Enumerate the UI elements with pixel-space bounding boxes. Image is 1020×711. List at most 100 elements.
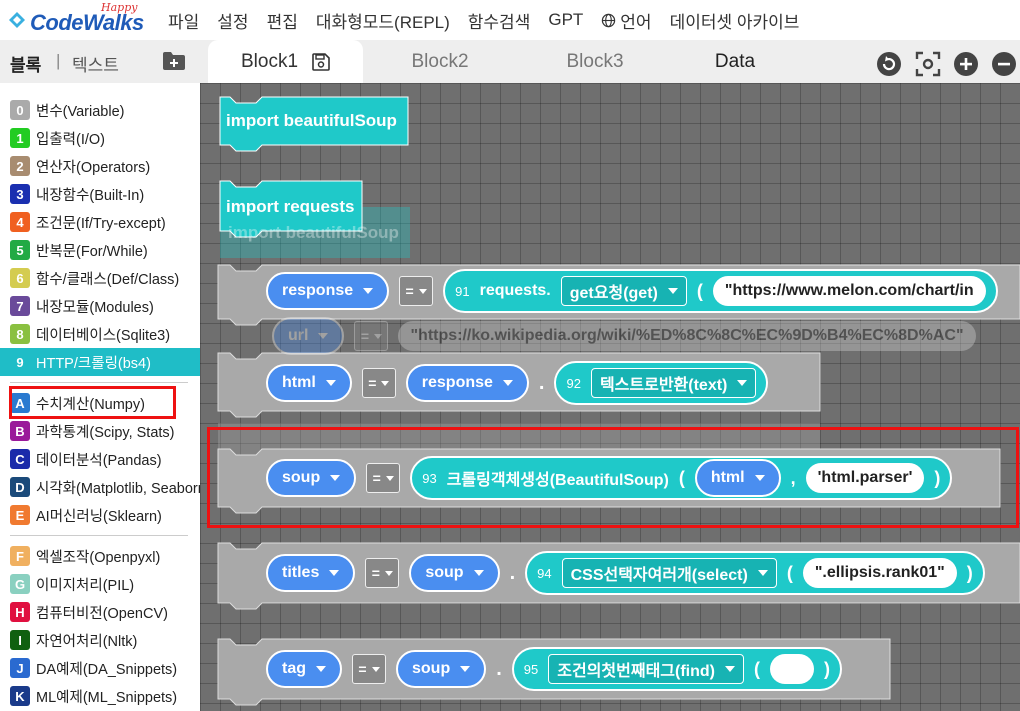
category-badge: F: [10, 546, 30, 566]
assign-operator[interactable]: =: [399, 276, 434, 306]
category-divider: [10, 535, 188, 536]
selector-string[interactable]: ".ellipsis.rank01": [802, 558, 957, 588]
url-string[interactable]: "https://www.melon.com/chart/in: [712, 276, 986, 306]
response-assignment-row[interactable]: response = 91 requests. get요청(get) ( "ht…: [266, 269, 998, 313]
assign-operator[interactable]: =: [352, 654, 386, 684]
dropdown-caret-icon: [381, 380, 390, 386]
response-variable[interactable]: response: [266, 272, 390, 310]
tab-data[interactable]: Data: [685, 40, 785, 83]
category-item[interactable]: D 시각화(Matplotlib, Seaborn): [0, 473, 200, 501]
block-workspace[interactable]: import beautifulSoup import requests imp…: [200, 83, 1020, 711]
method-dropdown[interactable]: 텍스트로반환(text): [590, 368, 757, 398]
category-item[interactable]: J DA예제(DA_Snippets): [0, 654, 200, 682]
category-badge: 1: [10, 128, 30, 148]
tag-variable[interactable]: tag: [266, 650, 342, 688]
category-item[interactable]: 5 반복문(For/While): [0, 236, 200, 264]
html-assignment-row[interactable]: html = response . 92 텍스트로반환(text): [266, 361, 769, 405]
category-item[interactable]: A 수치계산(Numpy): [0, 389, 200, 417]
menu-function-search[interactable]: 함수검색: [468, 8, 531, 33]
method-dropdown[interactable]: 조건의첫번째태그(find): [548, 654, 744, 684]
save-icon[interactable]: [312, 52, 330, 71]
method-dropdown[interactable]: CSS선택자여러개(select): [561, 558, 777, 588]
menu-file[interactable]: 파일: [168, 8, 199, 33]
html-variable[interactable]: html: [266, 364, 352, 402]
category-item[interactable]: 4 조건문(If/Try-except): [0, 208, 200, 236]
import-beautifulsoup-block[interactable]: import beautifulSoup: [226, 111, 397, 131]
beautifulsoup-call[interactable]: 93 크롤링객체생성(BeautifulSoup) ( html , 'html…: [410, 456, 953, 500]
sidebar-tab-text[interactable]: 텍스트: [72, 51, 119, 76]
category-badge: 7: [10, 296, 30, 316]
category-item[interactable]: 6 함수/클래스(Def/Class): [0, 264, 200, 292]
menu-repl[interactable]: 대화형모드(REPL): [316, 8, 450, 33]
dropdown-caret-icon: [418, 288, 427, 294]
html-argument[interactable]: html: [694, 459, 781, 497]
category-label: 변수(Variable): [36, 103, 125, 120]
category-label: 함수/클래스(Def/Class): [36, 271, 180, 288]
response-object[interactable]: response: [405, 364, 529, 402]
import-requests-block[interactable]: import requests: [226, 197, 354, 217]
category-badge: I: [10, 630, 30, 650]
menu-items: 파일 설정 편집 대화형모드(REPL) 함수검색 GPT 언어 데이터셋 아카…: [168, 0, 799, 40]
category-item[interactable]: 0 변수(Variable): [0, 96, 200, 124]
category-label: 데이터베이스(Sqlite3): [36, 327, 171, 344]
zoom-out-icon[interactable]: [991, 51, 1017, 77]
category-item[interactable]: H 컴퓨터비전(OpenCV): [0, 598, 200, 626]
dropdown-caret-icon: [667, 288, 678, 294]
logo[interactable]: CodeWalks Happy: [6, 1, 146, 36]
ghost-assign-operator: =: [354, 321, 389, 351]
assign-operator[interactable]: =: [365, 558, 400, 588]
menu-dataset-archive[interactable]: 데이터셋 아카이브: [670, 8, 800, 33]
category-item[interactable]: 8 데이터베이스(Sqlite3): [0, 320, 200, 348]
category-item[interactable]: 1 입출력(I/O): [0, 124, 200, 152]
tag-assignment-row[interactable]: tag = soup . 95 조건의첫번째태그(find) ( ): [266, 647, 842, 691]
category-item[interactable]: 9 HTTP/크롤링(bs4): [0, 348, 200, 376]
dropdown-caret-icon: [460, 666, 471, 672]
add-folder-icon[interactable]: [162, 51, 186, 71]
menu-language[interactable]: 언어: [601, 8, 652, 33]
category-badge: 9: [16, 354, 24, 370]
category-item[interactable]: K ML예제(ML_Snippets): [0, 682, 200, 710]
category-item[interactable]: G 이미지처리(PIL): [0, 570, 200, 598]
category-item[interactable]: 2 연산자(Operators): [0, 152, 200, 180]
tab-block2[interactable]: Block2: [380, 40, 500, 83]
category-item[interactable]: C 데이터분석(Pandas): [0, 445, 200, 473]
menu-gpt[interactable]: GPT: [548, 10, 583, 30]
category-item[interactable]: 7 내장모듈(Modules): [0, 292, 200, 320]
focus-icon[interactable]: [915, 51, 941, 77]
text-method-call[interactable]: 92 텍스트로반환(text): [554, 361, 769, 405]
sidebar-tab-blocks[interactable]: 블록: [10, 51, 41, 76]
soup-assignment-row[interactable]: soup = 93 크롤링객체생성(BeautifulSoup) ( html …: [266, 456, 953, 500]
category-label: 이미지처리(PIL): [36, 577, 135, 594]
empty-argument-slot[interactable]: [770, 654, 814, 684]
assign-operator[interactable]: =: [361, 368, 396, 398]
category-item[interactable]: I 자연어처리(Nltk): [0, 626, 200, 654]
ghost-url-string: "https://ko.wikipedia.org/wiki/%ED%8C%8C…: [398, 321, 976, 351]
category-label: HTTP/크롤링(bs4): [36, 355, 151, 372]
tab-bar: Block1 Block2 Block3 Data: [200, 40, 1020, 83]
titles-variable[interactable]: titles: [266, 554, 356, 592]
menu-edit[interactable]: 편집: [267, 8, 298, 33]
soup-variable[interactable]: soup: [266, 459, 357, 497]
category-item[interactable]: 3 내장함수(Built-In): [0, 180, 200, 208]
soup-object[interactable]: soup: [409, 554, 500, 592]
titles-assignment-row[interactable]: titles = soup . 94 CSS선택자여러개(select) ( "…: [266, 551, 985, 595]
category-item[interactable]: E AI머신러닝(Sklearn): [0, 501, 200, 529]
category-badge: B: [10, 421, 30, 441]
zoom-in-icon[interactable]: [953, 51, 979, 77]
select-method-call[interactable]: 94 CSS선택자여러개(select) ( ".ellipsis.rank01…: [525, 551, 985, 595]
find-method-call[interactable]: 95 조건의첫번째태그(find) ( ): [511, 647, 842, 691]
tab-block1[interactable]: Block1: [208, 40, 363, 83]
tab-block3[interactable]: Block3: [535, 40, 655, 83]
category-item[interactable]: B 과학통계(Scipy, Stats): [0, 417, 200, 445]
requests-get-call[interactable]: 91 requests. get요청(get) ( "https://www.m…: [443, 269, 998, 313]
soup-object[interactable]: soup: [396, 650, 487, 688]
menu-settings[interactable]: 설정: [217, 8, 248, 33]
reset-icon[interactable]: [876, 51, 902, 77]
category-badge: 4: [10, 212, 30, 232]
parser-string[interactable]: 'html.parser': [805, 463, 925, 493]
assign-operator[interactable]: =: [366, 463, 401, 493]
category-item[interactable]: F 엑셀조작(Openpyxl): [0, 542, 200, 570]
category-label: 내장모듈(Modules): [36, 299, 154, 316]
ghost-url-variable: url: [272, 317, 345, 355]
method-dropdown[interactable]: get요청(get): [560, 276, 687, 306]
